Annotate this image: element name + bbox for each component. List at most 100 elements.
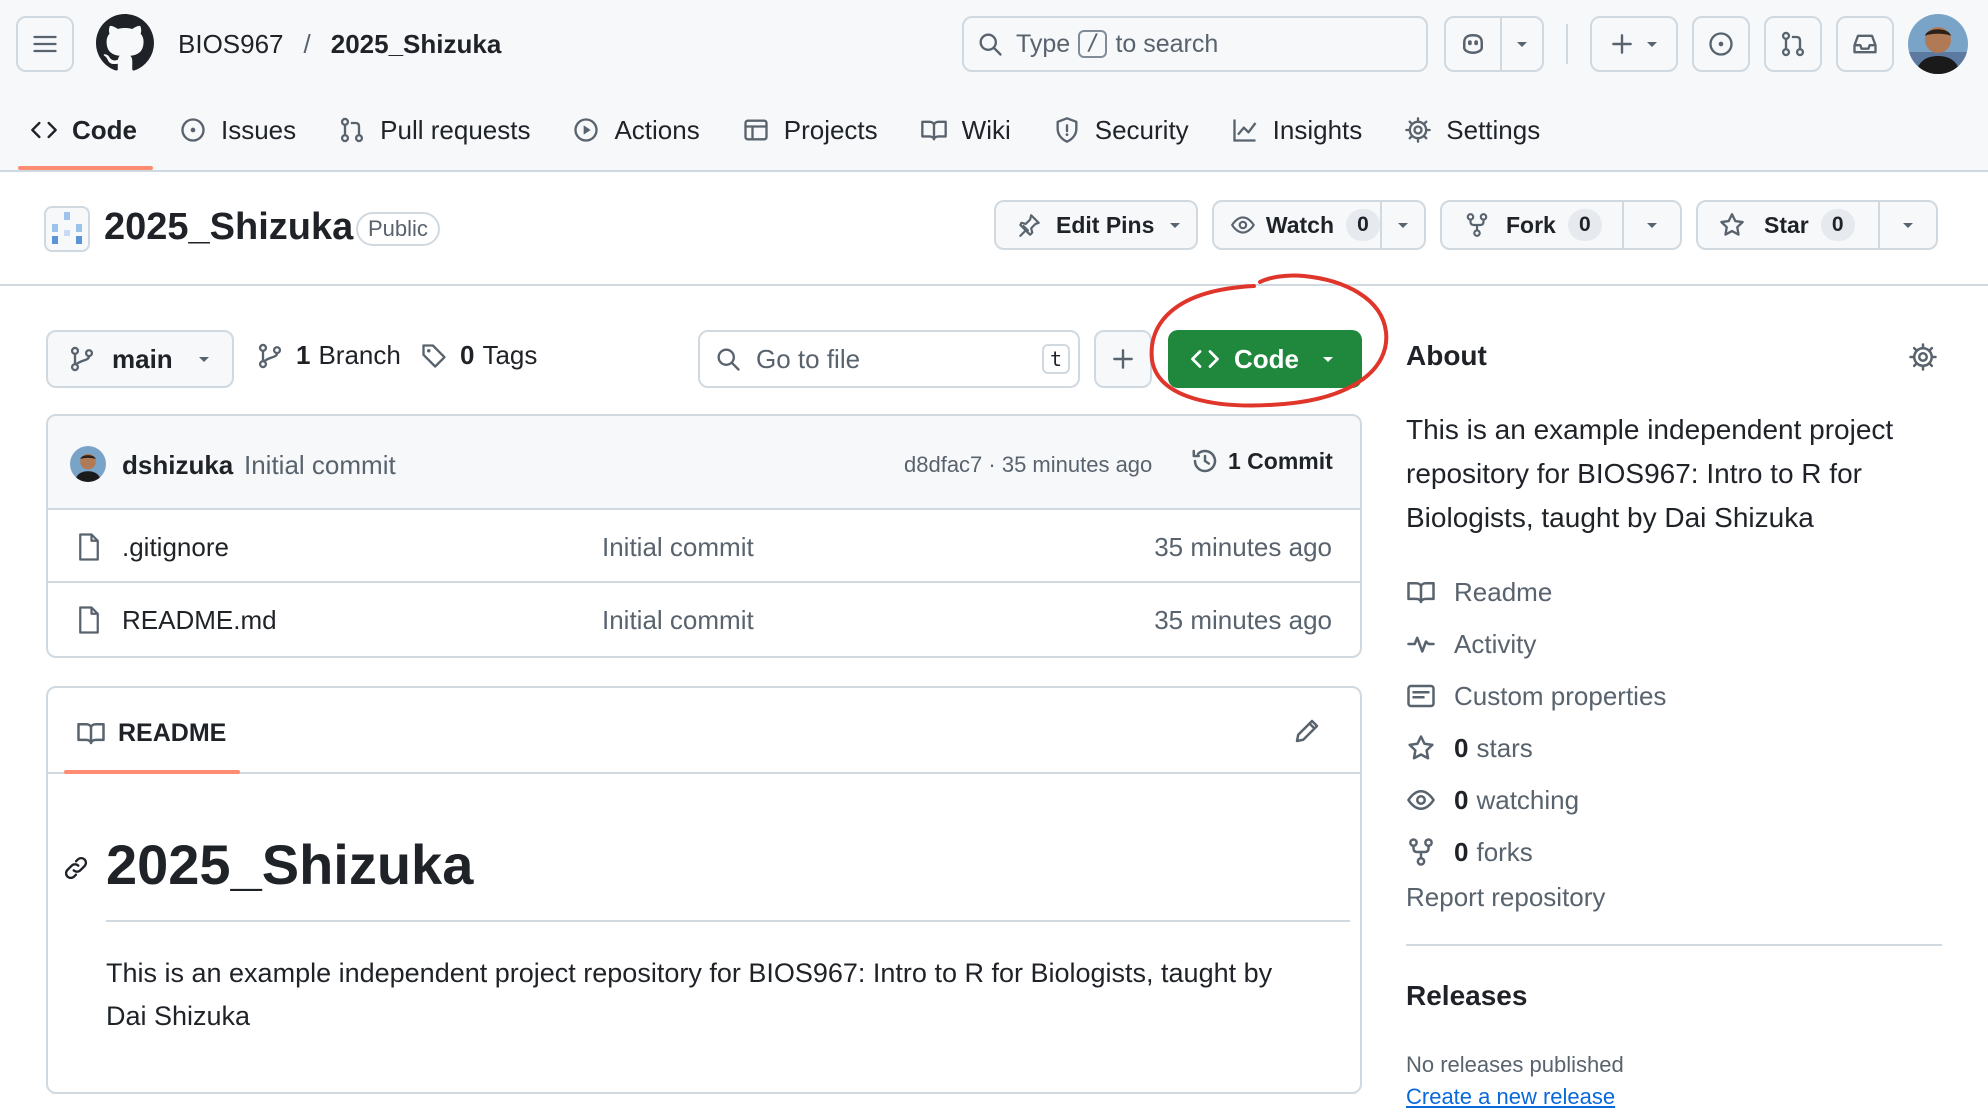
issue-opened-icon <box>1709 32 1733 56</box>
caret-down-icon <box>1170 223 1181 228</box>
pencil-icon <box>1295 719 1319 743</box>
readme-paragraph: This is an example independent project r… <box>106 958 1273 1031</box>
tab-issues[interactable]: Issues <box>167 108 312 152</box>
pull-requests-header-button[interactable] <box>1764 16 1822 72</box>
tab-label: Security <box>1094 114 1189 145</box>
book-icon <box>920 120 947 141</box>
fork-label: Fork <box>1506 211 1556 238</box>
report-repository-link[interactable]: Report repository <box>1406 882 1605 913</box>
about-item-label: stars <box>1476 732 1533 763</box>
watch-count: 0 <box>1346 209 1380 241</box>
readme-tab-label: README <box>118 718 227 747</box>
watch-dropdown[interactable] <box>1382 202 1424 248</box>
heading-rule <box>106 920 1350 922</box>
about-custom-properties-link[interactable]: Custom properties <box>1406 670 1946 722</box>
about-readme-link[interactable]: Readme <box>1406 566 1946 618</box>
about-activity-link[interactable]: Activity <box>1406 618 1946 670</box>
copilot-button[interactable] <box>1444 16 1544 72</box>
caret-down-icon <box>1647 42 1657 47</box>
create-new-inner[interactable] <box>1592 18 1676 70</box>
commit-message[interactable]: Initial commit <box>244 450 396 481</box>
breadcrumb-repo[interactable]: 2025_Shizuka <box>331 29 502 60</box>
breadcrumb-separator: / <box>303 28 311 59</box>
copilot-main[interactable] <box>1446 18 1502 70</box>
branches-link[interactable]: 1 Branch <box>256 340 401 371</box>
commits-link[interactable]: 1 Commit <box>1190 446 1333 476</box>
user-avatar[interactable] <box>1908 14 1968 74</box>
tab-insights[interactable]: Insights <box>1219 108 1379 152</box>
heading-anchor-link[interactable] <box>62 854 90 882</box>
releases-title[interactable]: Releases <box>1406 980 1527 1012</box>
star-count: 0 <box>1820 209 1855 241</box>
file-icon <box>79 533 99 561</box>
about-watching-link[interactable]: 0 watching <box>1406 774 1946 826</box>
git-branch-icon <box>258 343 282 368</box>
fork-button[interactable]: Fork 0 <box>1440 200 1682 250</box>
inbox-button[interactable] <box>1836 16 1894 72</box>
star-dropdown[interactable] <box>1880 202 1936 248</box>
code-icon <box>31 121 57 139</box>
about-item-label: Activity <box>1454 628 1537 659</box>
readme-tab[interactable]: README <box>76 718 226 748</box>
edit-pins-button[interactable]: Edit Pins <box>994 200 1198 250</box>
commit-author-avatar[interactable] <box>70 446 106 482</box>
file-age: 35 minutes ago <box>1154 532 1332 562</box>
star-button[interactable]: Star 0 <box>1696 200 1938 250</box>
create-new-button[interactable] <box>1590 16 1678 72</box>
tags-link[interactable]: 0 Tags <box>420 340 537 371</box>
file-commit-message[interactable]: Initial commit <box>602 605 754 636</box>
go-to-file-input[interactable]: Go to file t <box>698 330 1080 388</box>
pull-request-icon <box>341 117 364 143</box>
tab-label: Code <box>72 114 137 145</box>
create-release-link[interactable]: Create a new release <box>1406 1084 1615 1110</box>
github-mark-icon <box>96 14 154 71</box>
about-stars-link[interactable]: 0 stars <box>1406 722 1946 774</box>
table-row[interactable]: README.md Initial commit 35 minutes ago <box>48 583 1360 656</box>
issues-header-button[interactable] <box>1692 16 1750 72</box>
file-name[interactable]: README.md <box>122 605 277 636</box>
commit-hash-time[interactable]: d8dfac7 · 35 minutes ago <box>904 452 1152 478</box>
shield-icon <box>1056 117 1078 143</box>
tab-settings[interactable]: Settings <box>1392 108 1556 152</box>
repo-title[interactable]: 2025_Shizuka <box>104 206 353 249</box>
fork-main[interactable]: Fork 0 <box>1442 202 1624 248</box>
go-to-file-shortcut: t <box>1042 344 1070 374</box>
tab-actions[interactable]: Actions <box>560 108 715 152</box>
copilot-dropdown[interactable] <box>1502 18 1542 70</box>
caret-down-icon <box>1647 223 1657 228</box>
visibility-badge: Public <box>356 212 440 246</box>
table-row[interactable]: .gitignore Initial commit 35 minutes ago <box>48 510 1360 583</box>
tab-code[interactable]: Code <box>18 108 153 170</box>
file-commit-message[interactable]: Initial commit <box>602 532 754 563</box>
menu-button[interactable] <box>16 16 74 72</box>
watch-button[interactable]: Watch 0 <box>1212 200 1426 250</box>
repo-header: 2025_Shizuka Public Edit Pins Watch 0 Fo… <box>0 172 1988 286</box>
tab-wiki[interactable]: Wiki <box>908 108 1027 152</box>
edit-about-button[interactable] <box>1908 342 1938 372</box>
tab-label: Settings <box>1446 114 1541 145</box>
copilot-icon <box>1463 33 1483 55</box>
breadcrumb-owner[interactable]: BIOS967 <box>178 29 284 60</box>
branch-selector[interactable]: main <box>46 330 234 388</box>
about-item-label: watching <box>1476 784 1580 815</box>
commit-author[interactable]: dshizuka <box>122 450 233 481</box>
about-item-label: Custom properties <box>1454 680 1667 711</box>
tab-pull-requests[interactable]: Pull requests <box>326 108 546 152</box>
file-icon <box>79 606 99 634</box>
edit-readme-button[interactable] <box>1292 716 1322 746</box>
about-forks-link[interactable]: 0 forks <box>1406 826 1946 878</box>
eye-icon <box>1230 216 1255 234</box>
global-search[interactable]: Type / to search <box>962 16 1428 72</box>
repo-tabs: Code Issues Pull requests Actions Projec… <box>18 108 1570 172</box>
fork-count: 0 <box>1567 209 1602 241</box>
tab-security[interactable]: Security <box>1041 108 1205 152</box>
history-icon <box>1192 449 1217 473</box>
tab-label: Projects <box>783 114 878 145</box>
fork-dropdown[interactable] <box>1624 202 1680 248</box>
watch-main[interactable]: Watch 0 <box>1214 202 1382 248</box>
graph-icon <box>1233 119 1257 142</box>
file-name[interactable]: .gitignore <box>122 532 229 563</box>
github-logo[interactable] <box>96 14 154 72</box>
star-main[interactable]: Star 0 <box>1698 202 1880 248</box>
tab-projects[interactable]: Projects <box>730 108 894 152</box>
